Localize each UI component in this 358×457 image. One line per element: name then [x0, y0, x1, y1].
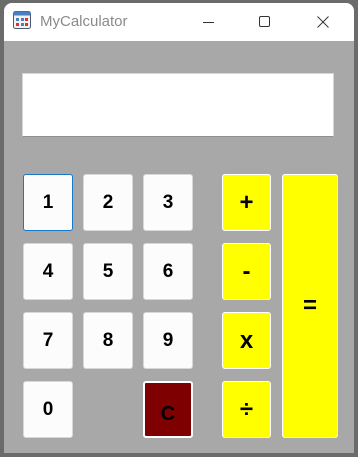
- clear-button[interactable]: C: [143, 381, 193, 438]
- digit-6-button[interactable]: 6: [143, 243, 193, 300]
- minimize-icon: [203, 22, 214, 23]
- digit-8-button[interactable]: 8: [83, 312, 133, 369]
- maximize-icon: [259, 16, 270, 27]
- title-bar[interactable]: MyCalculator: [4, 3, 354, 41]
- digit-2-button[interactable]: 2: [83, 174, 133, 231]
- multiply-button[interactable]: x: [222, 312, 271, 369]
- close-icon: [317, 16, 329, 28]
- digit-1-button[interactable]: 1: [23, 174, 73, 231]
- minus-button[interactable]: -: [222, 243, 271, 300]
- digit-4-button[interactable]: 4: [23, 243, 73, 300]
- app-icon: [13, 11, 31, 29]
- digit-5-button[interactable]: 5: [83, 243, 133, 300]
- maximize-button[interactable]: [242, 3, 288, 41]
- calculator-display[interactable]: [22, 73, 334, 137]
- window-title: MyCalculator: [40, 13, 128, 30]
- plus-button[interactable]: +: [222, 174, 271, 231]
- digit-9-button[interactable]: 9: [143, 312, 193, 369]
- calculator-window: MyCalculator 1 2 3 4 5 6 7 8 9 0 C + - x…: [4, 3, 354, 453]
- digit-3-button[interactable]: 3: [143, 174, 193, 231]
- digit-7-button[interactable]: 7: [23, 312, 73, 369]
- divide-button[interactable]: ÷: [222, 381, 271, 438]
- minimize-button[interactable]: [186, 3, 232, 41]
- digit-0-button[interactable]: 0: [23, 381, 73, 438]
- close-button[interactable]: [300, 3, 346, 41]
- equals-button[interactable]: =: [282, 174, 338, 438]
